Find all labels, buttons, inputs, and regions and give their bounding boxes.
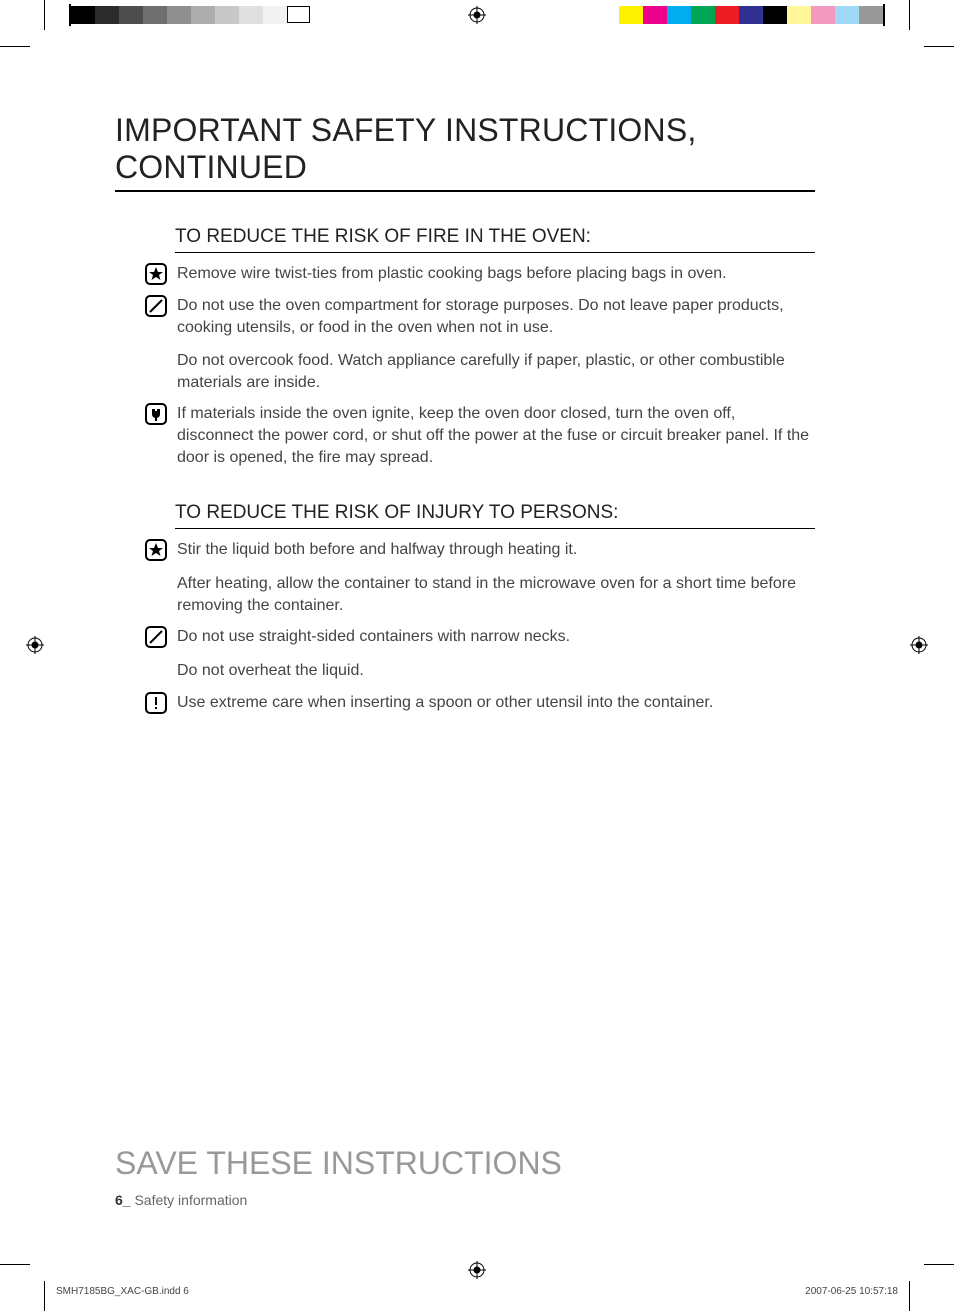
page-footer-label: Safety information — [131, 1192, 248, 1208]
prohibit-icon — [145, 295, 169, 317]
save-instructions-heading: SAVE THESE INSTRUCTIONS — [115, 1145, 562, 1182]
list-item: Do not use the oven compartment for stor… — [145, 295, 815, 338]
list-item: After heating, allow the container to st… — [115, 573, 815, 616]
instruction-text: Do not use straight-sided containers wit… — [177, 626, 570, 648]
list-item: Stir the liquid both before and halfway … — [145, 539, 815, 561]
star-icon — [145, 539, 169, 561]
crop-mark — [924, 1264, 954, 1265]
page-content: IMPORTANT SAFETY INSTRUCTIONS, CONTINUED… — [115, 112, 815, 714]
list-item: Do not overcook food. Watch appliance ca… — [115, 350, 815, 393]
crop-mark — [0, 46, 30, 47]
slug-left: SMH7185BG_XAC-GB.indd 6 — [56, 1286, 189, 1297]
crop-mark — [44, 0, 45, 30]
section-heading-injury: TO REDUCE THE RISK OF INJURY TO PERSONS: — [175, 502, 815, 529]
instruction-text: Stir the liquid both before and halfway … — [177, 539, 577, 561]
star-icon — [145, 263, 169, 285]
unplug-icon — [145, 403, 169, 425]
caution-icon — [145, 692, 169, 714]
page-footer: 6_ Safety information — [115, 1192, 247, 1208]
registration-mark-icon — [26, 636, 44, 654]
list-item: If materials inside the oven ignite, kee… — [145, 403, 815, 468]
list-item: Use extreme care when inserting a spoon … — [145, 692, 815, 714]
section-heading-fire: TO REDUCE THE RISK OF FIRE IN THE OVEN: — [175, 226, 815, 253]
page-title: IMPORTANT SAFETY INSTRUCTIONS, CONTINUED — [115, 112, 815, 192]
page-number: 6_ — [115, 1192, 131, 1208]
prohibit-icon — [145, 626, 169, 648]
crop-mark — [909, 1281, 910, 1311]
list-item: Remove wire twist-ties from plastic cook… — [145, 263, 815, 285]
instruction-text: Do not use the oven compartment for stor… — [177, 295, 815, 338]
registration-mark-icon — [468, 6, 486, 24]
crop-mark — [924, 46, 954, 47]
list-item: Do not overheat the liquid. — [115, 660, 815, 682]
registration-mark-icon — [468, 1261, 486, 1279]
list-item: Do not use straight-sided containers wit… — [145, 626, 815, 648]
crop-mark — [44, 1281, 45, 1311]
registration-mark-icon — [910, 636, 928, 654]
instruction-text: Remove wire twist-ties from plastic cook… — [177, 263, 727, 285]
instruction-text: After heating, allow the container to st… — [177, 573, 815, 616]
instruction-text: If materials inside the oven ignite, kee… — [177, 403, 815, 468]
instruction-text: Do not overheat the liquid. — [177, 660, 815, 682]
instruction-text: Use extreme care when inserting a spoon … — [177, 692, 713, 714]
crop-mark — [909, 0, 910, 30]
instruction-text: Do not overcook food. Watch appliance ca… — [177, 350, 815, 393]
slug-right: 2007-06-25 10:57:18 — [805, 1286, 898, 1297]
crop-mark — [0, 1264, 30, 1265]
